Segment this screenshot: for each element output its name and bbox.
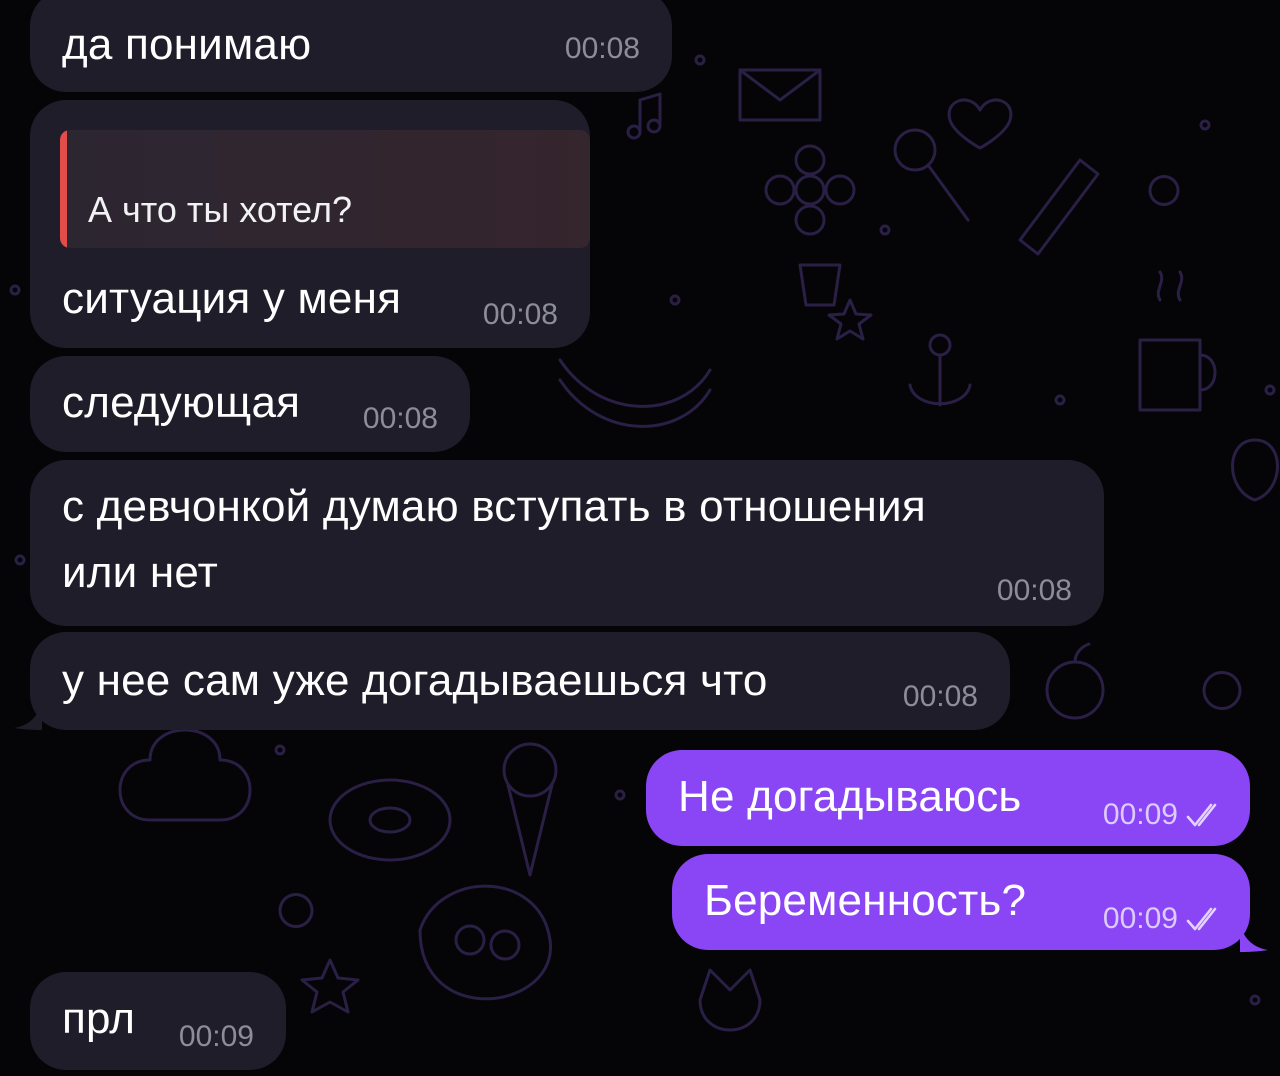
message-time: 00:08 bbox=[362, 402, 438, 435]
message-text-line-2: или нет bbox=[62, 548, 218, 597]
reply-quote[interactable]: А что ты хотел? bbox=[60, 130, 590, 248]
reply-quote-accent bbox=[60, 130, 67, 248]
message-text: у нее сам уже догадываешься что bbox=[62, 656, 768, 705]
double-check-icon bbox=[1186, 803, 1217, 827]
double-check-icon bbox=[1186, 907, 1217, 931]
incoming-message-with-reply[interactable]: А что ты хотел? ситуация у меня 00:08 bbox=[30, 100, 590, 348]
incoming-message[interactable]: да понимаю 00:08 bbox=[30, 0, 672, 92]
message-text: Не догадываюсь bbox=[678, 772, 1022, 821]
message-text: ситуация у меня bbox=[62, 274, 402, 323]
message-time: 00:08 bbox=[482, 298, 558, 331]
message-text: прл bbox=[62, 994, 136, 1043]
message-time: 00:09 bbox=[1102, 798, 1178, 831]
incoming-bubble-tail bbox=[14, 700, 42, 730]
incoming-message[interactable]: с девчонкой думаю вступать в отношения и… bbox=[30, 460, 1104, 626]
reply-quote-text: А что ты хотел? bbox=[88, 189, 353, 230]
message-list[interactable]: да понимаю 00:08 А что ты хотел? ситуаци… bbox=[0, 0, 1280, 1076]
message-time: 00:08 bbox=[902, 680, 978, 713]
message-time: 00:09 bbox=[1102, 902, 1178, 935]
incoming-message[interactable]: следующая 00:08 bbox=[30, 356, 470, 452]
message-time: 00:09 bbox=[178, 1020, 254, 1053]
outgoing-message[interactable]: Не догадываюсь 00:09 bbox=[646, 750, 1250, 846]
message-text: да понимаю bbox=[62, 20, 312, 69]
message-text-line-1: с девчонкой думаю вступать в отношения bbox=[62, 482, 926, 531]
message-time: 00:08 bbox=[564, 32, 640, 65]
incoming-message[interactable]: у нее сам уже догадываешься что 00:08 bbox=[30, 632, 1010, 730]
message-time: 00:08 bbox=[996, 574, 1072, 607]
message-text: следующая bbox=[62, 378, 301, 427]
message-text: Беременность? bbox=[704, 876, 1027, 925]
outgoing-bubble-tail bbox=[1240, 922, 1268, 952]
incoming-message[interactable]: прл 00:09 bbox=[30, 972, 286, 1070]
outgoing-message[interactable]: Беременность? 00:09 bbox=[672, 854, 1250, 950]
